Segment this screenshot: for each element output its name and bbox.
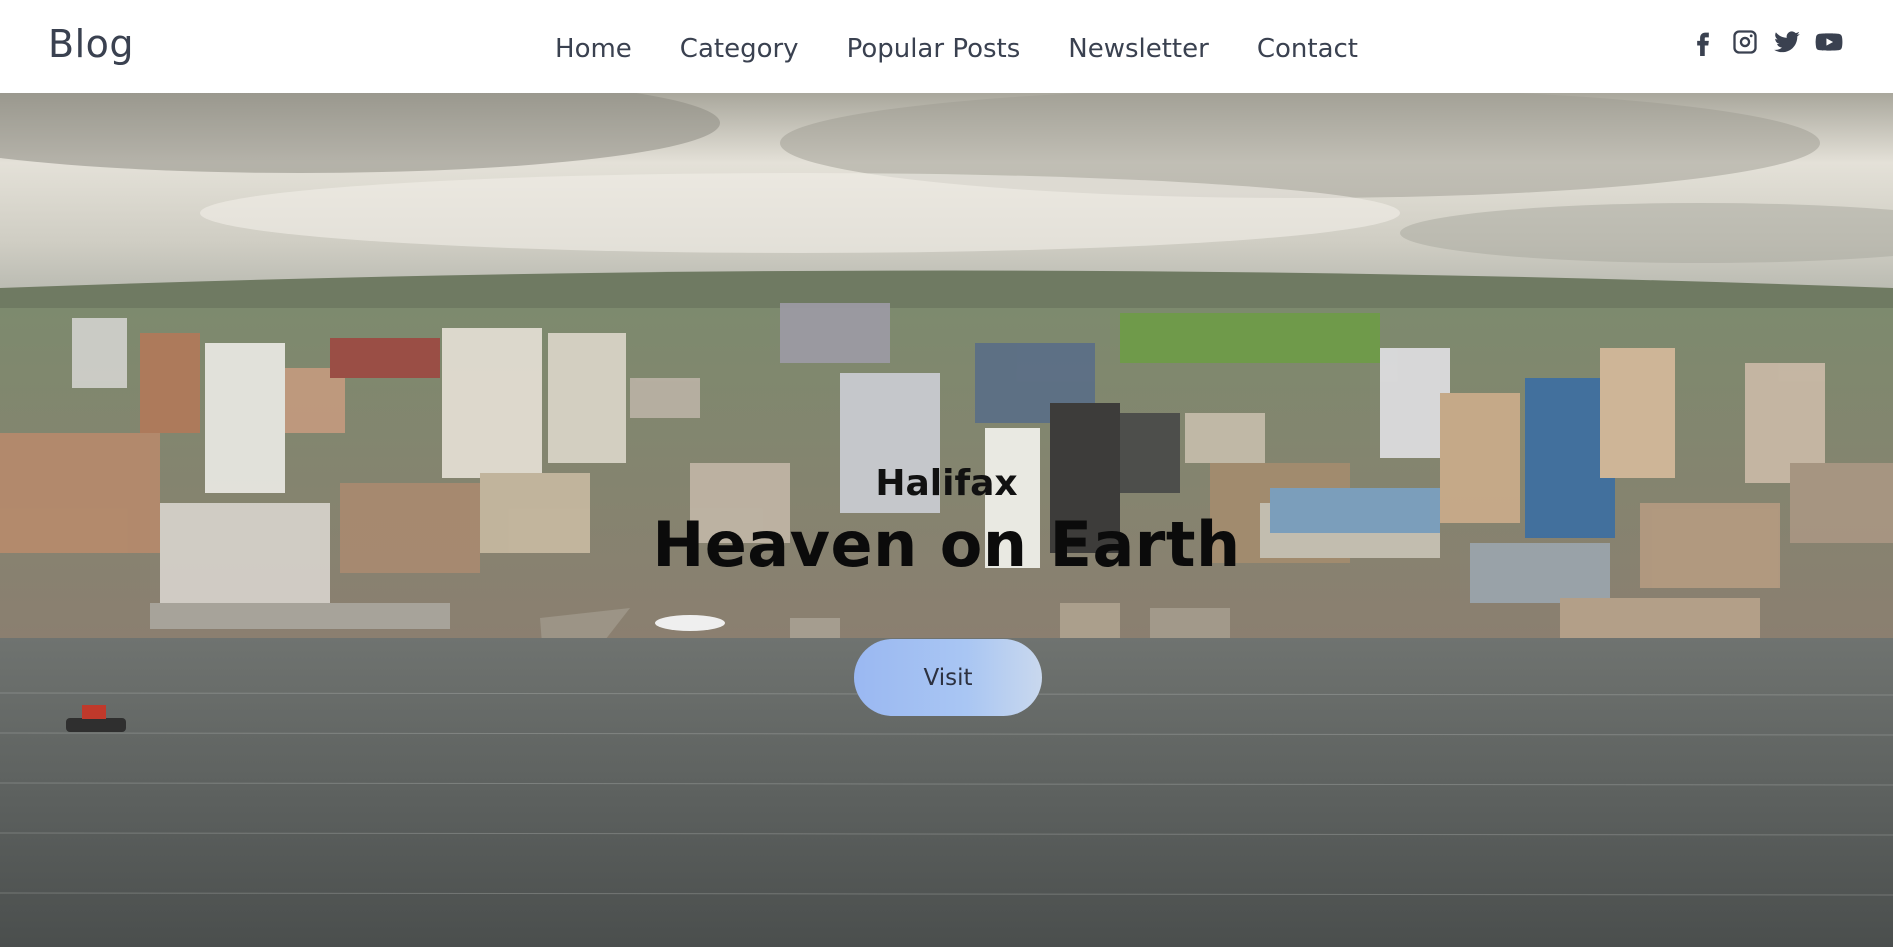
nav-link-category[interactable]: Category [680, 34, 799, 64]
top-navbar: Blog Home Category Popular Posts Newslet… [0, 0, 1893, 93]
twitter-icon[interactable] [1773, 28, 1801, 56]
nav-link-newsletter[interactable]: Newsletter [1068, 34, 1209, 64]
visit-button[interactable]: Visit [854, 639, 1042, 716]
instagram-icon[interactable] [1731, 28, 1759, 56]
youtube-icon[interactable] [1815, 28, 1843, 56]
nav-item-home: Home [555, 34, 632, 64]
hero-subtitle: Halifax [875, 463, 1018, 504]
facebook-icon[interactable] [1689, 28, 1717, 56]
hero-title: Heaven on Earth [652, 508, 1241, 581]
nav-link-popular-posts[interactable]: Popular Posts [847, 34, 1021, 64]
nav-item-newsletter: Newsletter [1068, 34, 1209, 64]
nav-item-contact: Contact [1257, 34, 1358, 64]
nav-link-contact[interactable]: Contact [1257, 34, 1358, 64]
social-links [1689, 28, 1843, 56]
main-nav: Home Category Popular Posts Newsletter C… [0, 34, 1893, 64]
nav-item-popular-posts: Popular Posts [847, 34, 1021, 64]
nav-item-category: Category [680, 34, 799, 64]
hero-heading-group: Halifax Heaven on Earth [0, 463, 1893, 581]
nav-link-home[interactable]: Home [555, 34, 632, 64]
hero-banner: Halifax Heaven on Earth Visit [0, 93, 1893, 949]
